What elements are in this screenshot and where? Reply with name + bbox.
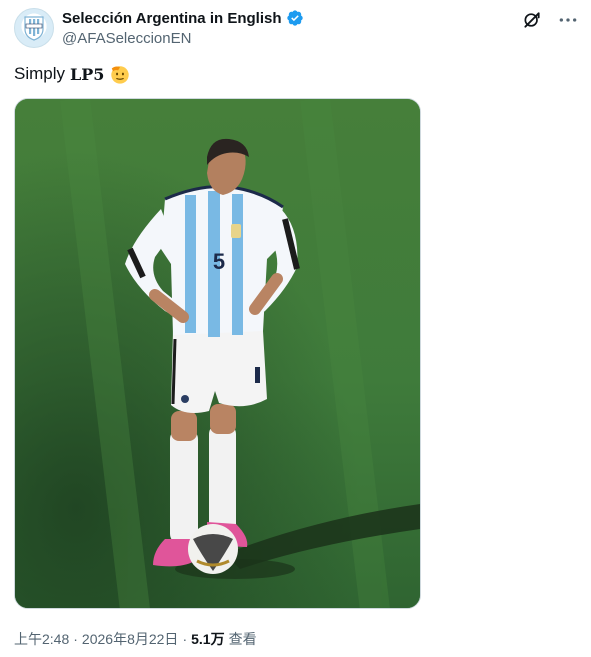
author-name-row: Selección Argentina in English <box>62 9 304 27</box>
grok-button[interactable] <box>521 9 543 31</box>
player-photo-image: 5 <box>15 99 420 608</box>
views-label: 查看 <box>228 631 257 647</box>
author-handle[interactable]: @AFASeleccionEN <box>62 30 191 47</box>
shirt-number-text: 5 <box>213 249 225 274</box>
tweet-text-bold: LP5 <box>70 64 105 84</box>
author-avatar[interactable] <box>14 8 54 48</box>
meta-separator: · <box>73 631 78 647</box>
tweet-meta: 上午2:48 · 2026年8月22日 · 5.1万 查看 <box>14 629 257 649</box>
views-count: 5.1万 <box>191 631 225 647</box>
afa-crest-icon <box>24 16 44 41</box>
author-display-name[interactable]: Selección Argentina in English <box>62 10 282 27</box>
grok-icon <box>524 12 540 28</box>
more-icon <box>559 18 577 22</box>
tweet-text-plain: Simply <box>14 64 66 83</box>
saluting-face-icon <box>111 66 130 84</box>
tweet-text: Simply LP5 <box>14 63 131 85</box>
tweet-actions-top <box>521 9 579 31</box>
meta-separator: · <box>182 631 188 647</box>
tweet-date[interactable]: 2026年8月22日 <box>82 629 179 649</box>
more-options-button[interactable] <box>557 9 579 31</box>
verified-badge-icon[interactable] <box>286 9 304 27</box>
tweet-photo[interactable]: 5 <box>14 98 421 609</box>
tweet-time[interactable]: 上午2:48 <box>14 629 69 649</box>
